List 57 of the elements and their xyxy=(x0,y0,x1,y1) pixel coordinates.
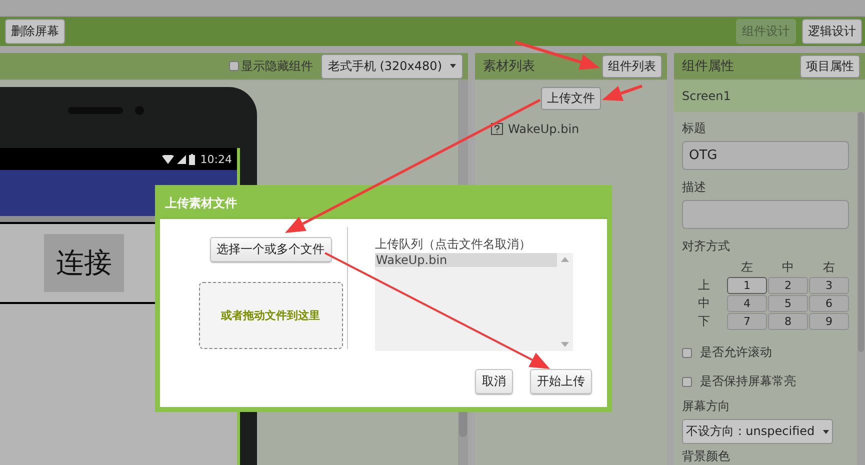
mode-button[interactable]: 逻辑设计 xyxy=(802,19,862,44)
device-dropdown[interactable]: 老式手机 (320x480) xyxy=(320,54,463,78)
scrollbar[interactable] xyxy=(857,112,865,465)
checkbox-label: 显示隐藏组件 xyxy=(240,58,313,74)
checkbox[interactable] xyxy=(682,348,692,358)
checkbox-label: 是否保持屏幕常亮 xyxy=(700,373,796,390)
components-list-button[interactable]: 组件列表 xyxy=(602,54,662,78)
checkbox[interactable] xyxy=(682,376,692,386)
row-label: 下 xyxy=(698,313,710,330)
property-label: 描述 xyxy=(682,179,707,196)
dialog-button[interactable]: 开始上传 xyxy=(530,369,592,394)
property-label: 背景颜色 xyxy=(682,448,731,465)
remove-screen-button[interactable]: 删除屏幕 xyxy=(5,19,65,44)
panel-title: 素材列表 xyxy=(483,58,535,75)
wifi-icon xyxy=(162,154,174,164)
queue-item[interactable]: WakeUp.bin xyxy=(375,253,557,267)
caret-icon xyxy=(450,64,456,68)
alignment-option[interactable]: 7 xyxy=(727,313,767,330)
scroll-down-icon[interactable] xyxy=(561,342,569,347)
column-label: 中 xyxy=(782,259,794,276)
alignment-option[interactable]: 3 xyxy=(809,277,849,294)
checkbox-label: 是否允许滚动 xyxy=(700,344,772,361)
caret-icon xyxy=(822,430,829,434)
alignment-option[interactable]: 1 xyxy=(727,277,767,294)
upload-file-button[interactable]: 上传文件 xyxy=(541,87,601,110)
property-label: 对齐方式 xyxy=(682,238,731,256)
column-label: 左 xyxy=(741,259,753,276)
orientation-dropdown[interactable]: 不设方向 : unspecified xyxy=(682,419,833,444)
checkbox[interactable] xyxy=(228,61,239,71)
alignment-option[interactable]: 2 xyxy=(768,277,808,294)
alignment-option[interactable]: 8 xyxy=(768,313,808,330)
alignment-option[interactable]: 4 xyxy=(727,295,767,312)
unknown-file-icon xyxy=(491,123,503,135)
property-label: 屏幕方向 xyxy=(682,398,731,415)
signal-icon xyxy=(177,154,186,164)
row-label: 中 xyxy=(698,295,710,312)
dialog-button[interactable]: 取消 xyxy=(475,369,513,394)
input-field[interactable]: OTG xyxy=(682,141,849,170)
connect-button[interactable]: 连接 xyxy=(44,234,124,292)
column-label: 右 xyxy=(823,259,835,276)
panel-title: 组件属性 xyxy=(682,58,734,75)
row-label: 上 xyxy=(698,277,710,294)
choose-files-button[interactable]: 选择一个或多个文件 xyxy=(210,237,332,262)
battery-icon xyxy=(189,154,196,164)
alignment-option[interactable]: 6 xyxy=(809,295,849,312)
alignment-option[interactable]: 5 xyxy=(768,295,808,312)
dialog-title: 上传素材文件 xyxy=(160,190,607,219)
property-label: 标题 xyxy=(682,120,707,137)
queue-label: 上传队列（点击文件名取消） xyxy=(375,236,532,253)
alignment-option[interactable]: 9 xyxy=(809,313,849,330)
scroll-up-icon[interactable] xyxy=(561,257,569,262)
project-properties-button[interactable]: 项目属性 xyxy=(800,54,860,78)
textarea-field[interactable] xyxy=(682,200,849,230)
file-name[interactable]: WakeUp.bin xyxy=(508,122,580,136)
status-time: 10:24 xyxy=(200,152,232,166)
component-name: Screen1 xyxy=(674,80,865,112)
annotation-arrow xyxy=(602,84,642,101)
